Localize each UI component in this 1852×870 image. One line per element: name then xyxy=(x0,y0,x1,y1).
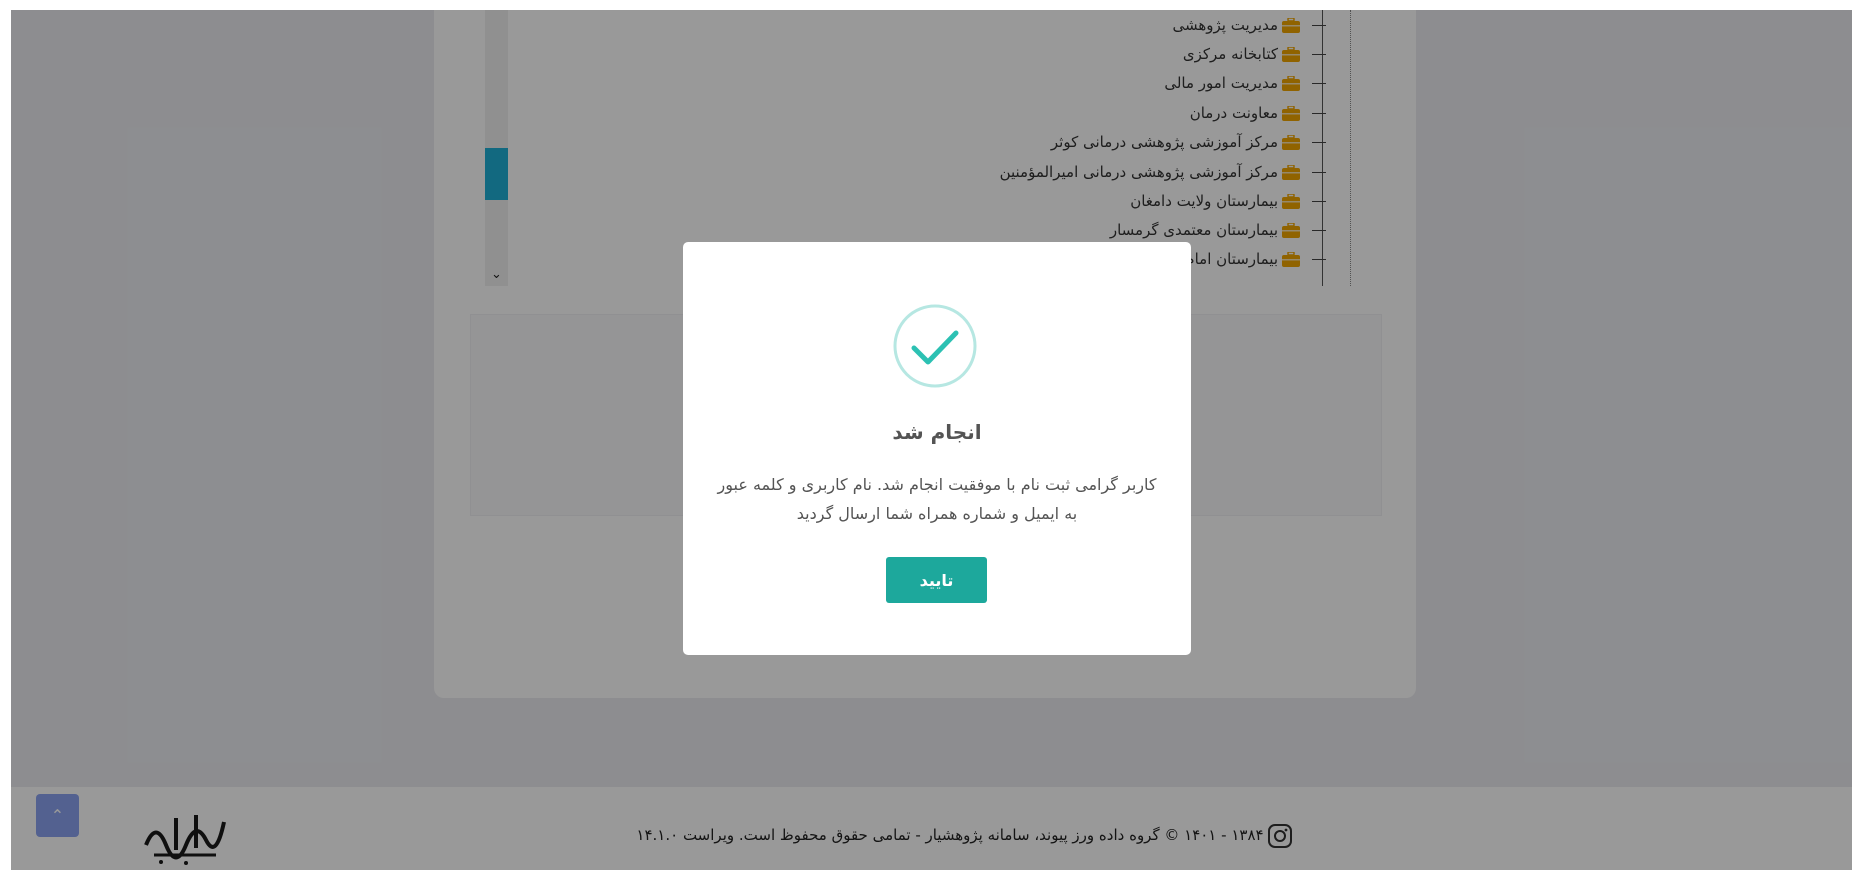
dialog-message: کاربر گرامی ثبت نام با موفقیت انجام شد. … xyxy=(717,475,1157,523)
left-edge xyxy=(0,0,11,870)
confirm-button[interactable]: تایید xyxy=(886,557,987,603)
check-circle-icon xyxy=(893,304,977,388)
success-dialog: انجام شد کاربر گرامی ثبت نام با موفقیت ا… xyxy=(683,242,1191,655)
top-edge xyxy=(0,0,1852,10)
dialog-title: انجام شد xyxy=(892,420,982,444)
